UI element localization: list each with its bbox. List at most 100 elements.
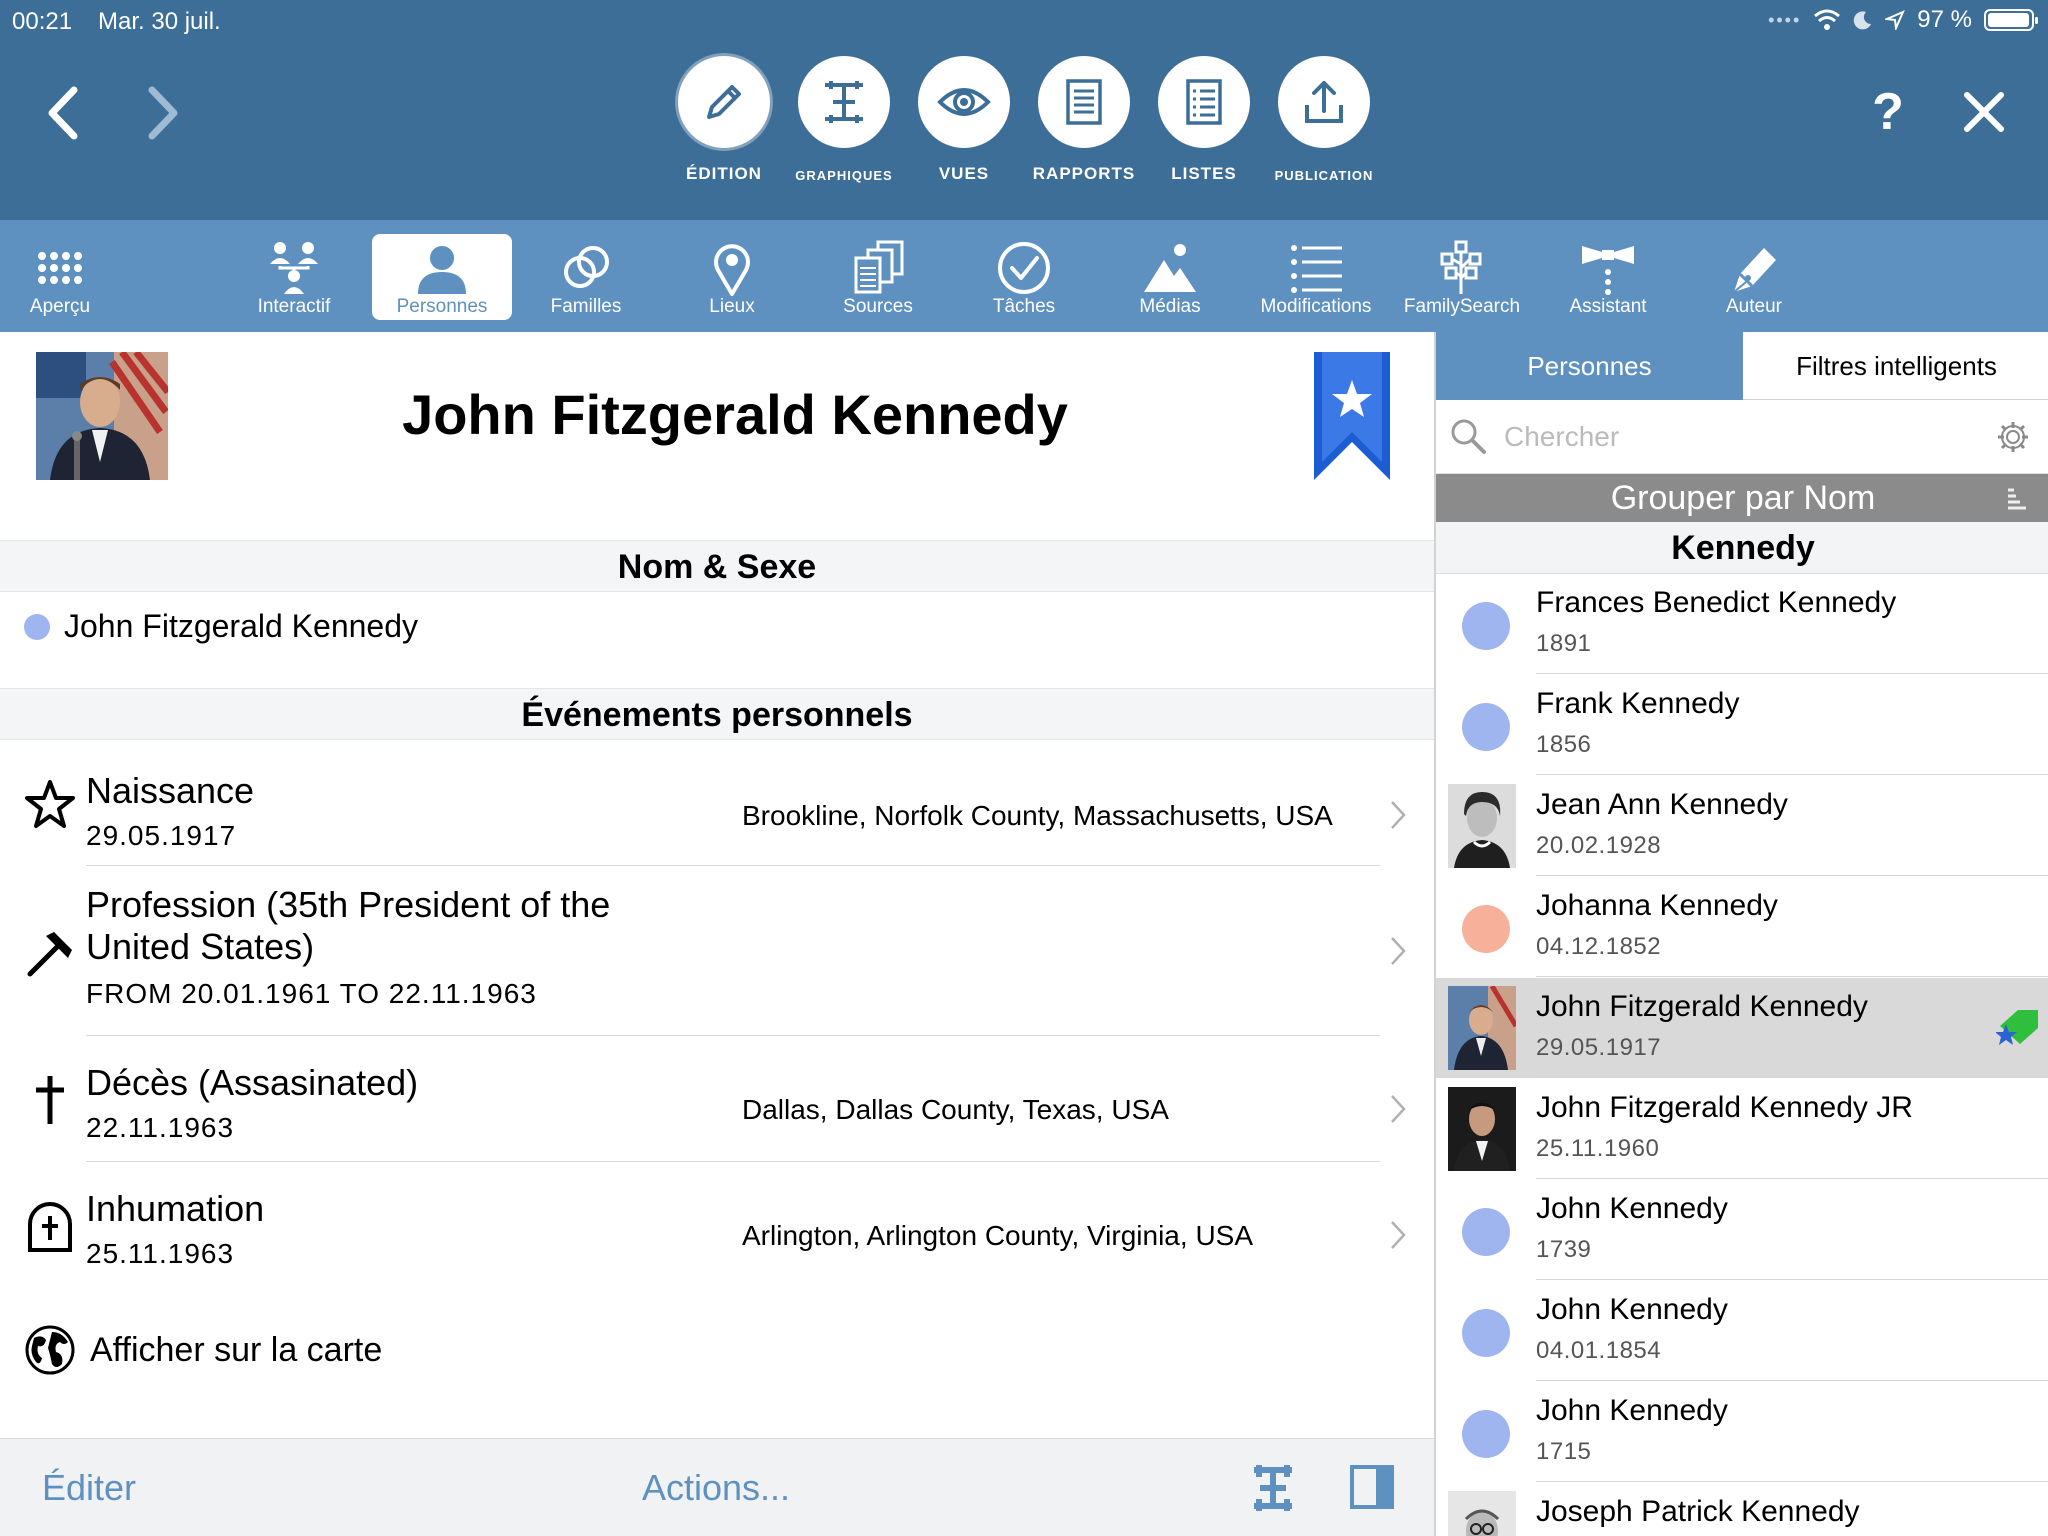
battery-icon <box>1984 9 2038 31</box>
tool-taches[interactable]: Tâches <box>954 234 1094 320</box>
cross-icon <box>36 1076 64 1124</box>
bookmark-button[interactable] <box>1312 352 1392 482</box>
mode-rapports[interactable]: RAPPORTS <box>1024 56 1144 184</box>
avatar <box>1448 1087 1516 1171</box>
person-list-item[interactable]: Frank Kennedy 1856 <box>1436 675 2048 775</box>
divider <box>1536 1481 2048 1482</box>
grid-icon <box>38 252 82 284</box>
person-date: 04.01.1854 <box>1536 1337 1662 1364</box>
person-name: Frances Benedict Kennedy <box>1536 586 1897 619</box>
tool-assistant[interactable]: Assistant <box>1538 234 1678 320</box>
group-header: Kennedy <box>1436 522 2048 574</box>
person-icon <box>418 246 466 294</box>
event-row[interactable]: Décès (Assasinated) 22.11.1963 Dallas, D… <box>0 1036 1434 1162</box>
tool-apercu[interactable]: Aperçu <box>0 234 130 320</box>
tool-label: Sources <box>843 296 913 317</box>
section-name-sex: Nom & Sexe <box>0 540 1434 592</box>
person-list-item[interactable]: Joseph Patrick Kennedy <box>1436 1483 2048 1536</box>
rings-icon <box>564 246 609 288</box>
tool-medias[interactable]: Médias <box>1100 234 1240 320</box>
search-input[interactable] <box>1504 416 1964 458</box>
tool-lieux[interactable]: Lieux <box>662 234 802 320</box>
globe-icon <box>25 1325 75 1375</box>
mode-edition[interactable]: ÉDITION <box>664 56 784 184</box>
avatar-dot <box>1462 1410 1510 1458</box>
upload-icon <box>1305 81 1343 123</box>
person-list-item[interactable]: Jean Ann Kennedy 20.02.1928 <box>1436 776 2048 876</box>
mode-publication[interactable]: PUBLICATION <box>1264 56 1384 183</box>
person-date: 20.02.1928 <box>1536 832 1662 859</box>
chevron-right-icon <box>1391 1095 1406 1123</box>
help-button[interactable]: ? <box>1858 82 1918 142</box>
event-row[interactable]: Inhumation 25.11.1963 Arlington, Arlingt… <box>0 1162 1434 1288</box>
person-list-item[interactable]: John Fitzgerald Kennedy JR 25.11.1960 <box>1436 1079 2048 1179</box>
mode-vues[interactable]: VUES <box>904 56 1024 184</box>
close-button[interactable] <box>1954 82 2014 142</box>
chevron-right-icon <box>1391 937 1406 965</box>
top-header: 00:21 Mar. 30 juil. •••• 97 % ÉDITION GR… <box>0 0 2048 220</box>
tab-personnes[interactable]: Personnes <box>1436 332 1743 400</box>
person-name: Johanna Kennedy <box>1536 889 1778 922</box>
sidebar-segmented-control: Personnes Filtres intelligents <box>1436 332 2048 400</box>
actions-button[interactable]: Actions... <box>642 1467 790 1509</box>
divider <box>1536 774 2048 775</box>
group-by-bar[interactable]: Grouper par Nom <box>1436 474 2048 522</box>
person-list-item[interactable]: Johanna Kennedy 04.12.1852 <box>1436 877 2048 977</box>
tool-personnes[interactable]: Personnes <box>372 234 512 320</box>
star-icon <box>25 780 75 828</box>
event-date: FROM 20.01.1961 TO 22.11.1963 <box>86 978 537 1009</box>
event-title: Inhumation <box>86 1188 265 1229</box>
tree-chart-icon[interactable] <box>1250 1465 1296 1511</box>
pin-icon <box>714 244 750 296</box>
person-list-item[interactable]: Frances Benedict Kennedy 1891 <box>1436 574 2048 674</box>
bookmark-star-icon <box>1314 352 1390 480</box>
sources-icon <box>854 240 904 294</box>
event-row[interactable]: Profession (35th President of the United… <box>0 866 1434 1036</box>
mode-listes[interactable]: LISTES <box>1144 56 1264 184</box>
tool-sources[interactable]: Sources <box>808 234 948 320</box>
divider <box>1536 875 2048 876</box>
tool-auteur[interactable]: Auteur <box>1684 234 1824 320</box>
person-name: John Kennedy <box>1536 1293 1728 1326</box>
pencil-icon <box>707 85 741 119</box>
person-list-item[interactable]: John Kennedy 1715 <box>1436 1382 2048 1482</box>
person-date: 1715 <box>1536 1438 1592 1465</box>
tool-label: FamilySearch <box>1403 296 1521 317</box>
tool-label: Familles <box>550 296 622 317</box>
avatar <box>1448 986 1516 1070</box>
tool-modifications[interactable]: Modifications <box>1246 234 1386 320</box>
tool-interactif[interactable]: Interactif <box>224 234 364 320</box>
status-time: 00:21 <box>12 8 73 35</box>
sidebar-toggle-icon[interactable] <box>1350 1465 1394 1509</box>
forward-button[interactable] <box>132 78 192 148</box>
tool-label: Interactif <box>257 296 331 317</box>
tool-familysearch[interactable]: FamilySearch <box>1392 234 1532 320</box>
report-icon <box>1066 79 1102 125</box>
person-name: Frank Kennedy <box>1536 687 1740 720</box>
person-date: 25.11.1960 <box>1536 1135 1660 1162</box>
avatar-dot <box>1462 905 1510 953</box>
group-by-label: Grouper par Nom <box>1610 479 1876 517</box>
person-list-item[interactable]: John Fitzgerald Kennedy 29.05.1917 <box>1436 978 2048 1078</box>
show-on-map-link[interactable]: Afficher sur la carte <box>24 1324 382 1376</box>
gear-icon[interactable] <box>1996 420 2030 454</box>
person-list-item[interactable]: John Kennedy 1739 <box>1436 1180 2048 1280</box>
person-list-item[interactable]: John Kennedy 04.01.1854 <box>1436 1281 2048 1381</box>
familysearch-icon <box>1440 240 1482 294</box>
name-row[interactable]: John Fitzgerald Kennedy <box>24 608 418 645</box>
mode-graphiques[interactable]: GRAPHIQUES <box>784 56 904 183</box>
author-icon <box>1733 248 1776 293</box>
edit-button[interactable]: Éditer <box>42 1467 136 1509</box>
search-bar <box>1436 400 2048 474</box>
sort-icon[interactable] <box>2006 486 2028 512</box>
person-date: 1891 <box>1536 630 1592 657</box>
tab-filtres-intelligents[interactable]: Filtres intelligents <box>1743 332 2048 400</box>
back-button[interactable] <box>34 78 94 148</box>
list-doc-icon <box>1186 79 1222 125</box>
tool-familles[interactable]: Familles <box>516 234 656 320</box>
location-icon <box>1885 10 1906 30</box>
event-row[interactable]: Naissance 29.05.1917 Brookline, Norfolk … <box>0 742 1434 866</box>
avatar <box>1448 784 1516 868</box>
divider <box>1536 1077 2048 1078</box>
avatar-dot <box>1462 1208 1510 1256</box>
